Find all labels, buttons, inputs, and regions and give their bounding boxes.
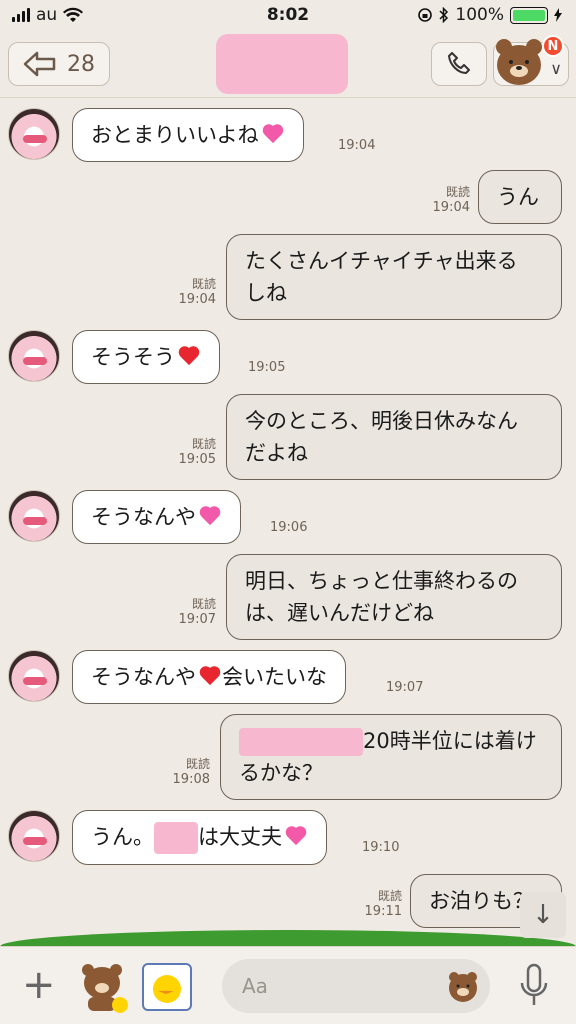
back-arrow-icon [23,51,56,77]
read-receipt: 既読 [185,757,210,771]
battery-label: 100% [455,5,504,25]
read-receipt: 既読 [191,437,216,451]
microphone-icon[interactable] [518,963,550,1009]
scroll-to-bottom-button[interactable]: ↓ [520,892,566,938]
message-meta: 既読 19:08 [162,756,210,788]
message-bubble-outgoing[interactable]: 20時半位には着け るかな？ [220,714,562,800]
input-bar: + Aa [0,946,576,1024]
message-bubble-incoming[interactable]: そうそう [72,330,220,384]
message-time: 19:11 [364,904,402,919]
message-bubble-incoming[interactable]: うん。 は大丈夫 [72,810,327,865]
message-time: 19:05 [248,360,286,375]
status-bar: au 8:02 100% [0,0,576,32]
avatar[interactable] [8,810,60,862]
chat-message-list[interactable]: おとまりいいよね 19:04 既読 19:04 うん 既読 19:04 たくさん… [0,98,576,936]
read-receipt: 既読 [191,597,216,611]
pink-hearts-icon [261,123,285,145]
call-button[interactable] [431,42,487,86]
message-bubble-outgoing[interactable]: うん [478,170,562,224]
message-bubble-incoming[interactable]: おとまりいいよね [72,108,304,162]
message-time: 19:07 [386,680,424,695]
chick-icon [153,975,181,1003]
unread-count: 28 [67,51,95,77]
message-time: 19:10 [362,840,400,855]
rotation-lock-icon [418,8,433,22]
bear-sticker-icon[interactable] [78,961,130,1013]
avatar[interactable] [8,490,60,542]
message-time: 19:04 [338,138,376,153]
chat-title-redacted[interactable] [216,34,348,94]
pink-hearts-icon [198,505,222,527]
photo-sticker-icon[interactable] [142,963,192,1011]
message-time: 19:05 [178,452,216,467]
chevron-down-icon: ∨ [550,59,562,78]
menu-button[interactable]: N ∨ [493,35,569,86]
emoji-icon[interactable] [446,969,480,1003]
message-bubble-outgoing[interactable]: 明日、ちょっと仕事終わるの は、遅いんだけどね [226,554,562,640]
message-time: 19:08 [172,772,210,787]
message-meta: 既読 19:04 [170,276,216,308]
message-meta: 既読 19:07 [170,596,216,628]
read-receipt: 既読 [445,185,470,199]
plus-icon[interactable]: + [22,965,56,1005]
chat-header: 28 N ∨ [0,32,576,98]
message-time: 19:07 [178,612,216,627]
message-bubble-outgoing[interactable]: たくさんイチャイチャ出来る しね [226,234,562,320]
message-time: 19:06 [270,520,308,535]
avatar[interactable] [8,108,60,160]
read-receipt: 既読 [377,889,402,903]
pink-hearts-icon [284,825,308,847]
status-right: 100% [417,5,562,25]
message-bubble-incoming[interactable]: そうなんや [72,490,241,544]
back-button[interactable]: 28 [8,42,110,86]
battery-icon [510,6,548,24]
red-heart-icon [198,665,222,687]
notification-badge: N [542,35,564,57]
read-receipt: 既読 [191,277,216,291]
arrow-down-icon: ↓ [532,900,554,930]
redacted-text [239,728,363,756]
message-bubble-incoming[interactable]: そうなんや 会いたいな [72,650,346,704]
message-meta: 既読 19:04 [424,184,470,216]
message-input[interactable]: Aa [222,959,490,1013]
redacted-text [154,822,198,854]
avatar[interactable] [8,650,60,702]
brown-bear-icon [496,39,542,85]
phone-icon [448,52,470,74]
message-meta: 既読 19:11 [356,888,402,920]
message-meta: 既読 19:05 [170,436,216,468]
message-time: 19:04 [432,200,470,215]
bluetooth-icon [439,7,449,23]
input-placeholder: Aa [242,974,268,998]
red-heart-icon [177,345,201,367]
message-bubble-outgoing[interactable]: 今のところ、明後日休みなん だよね [226,394,562,480]
avatar[interactable] [8,330,60,382]
message-time: 19:04 [178,292,216,307]
charging-icon [554,8,562,22]
